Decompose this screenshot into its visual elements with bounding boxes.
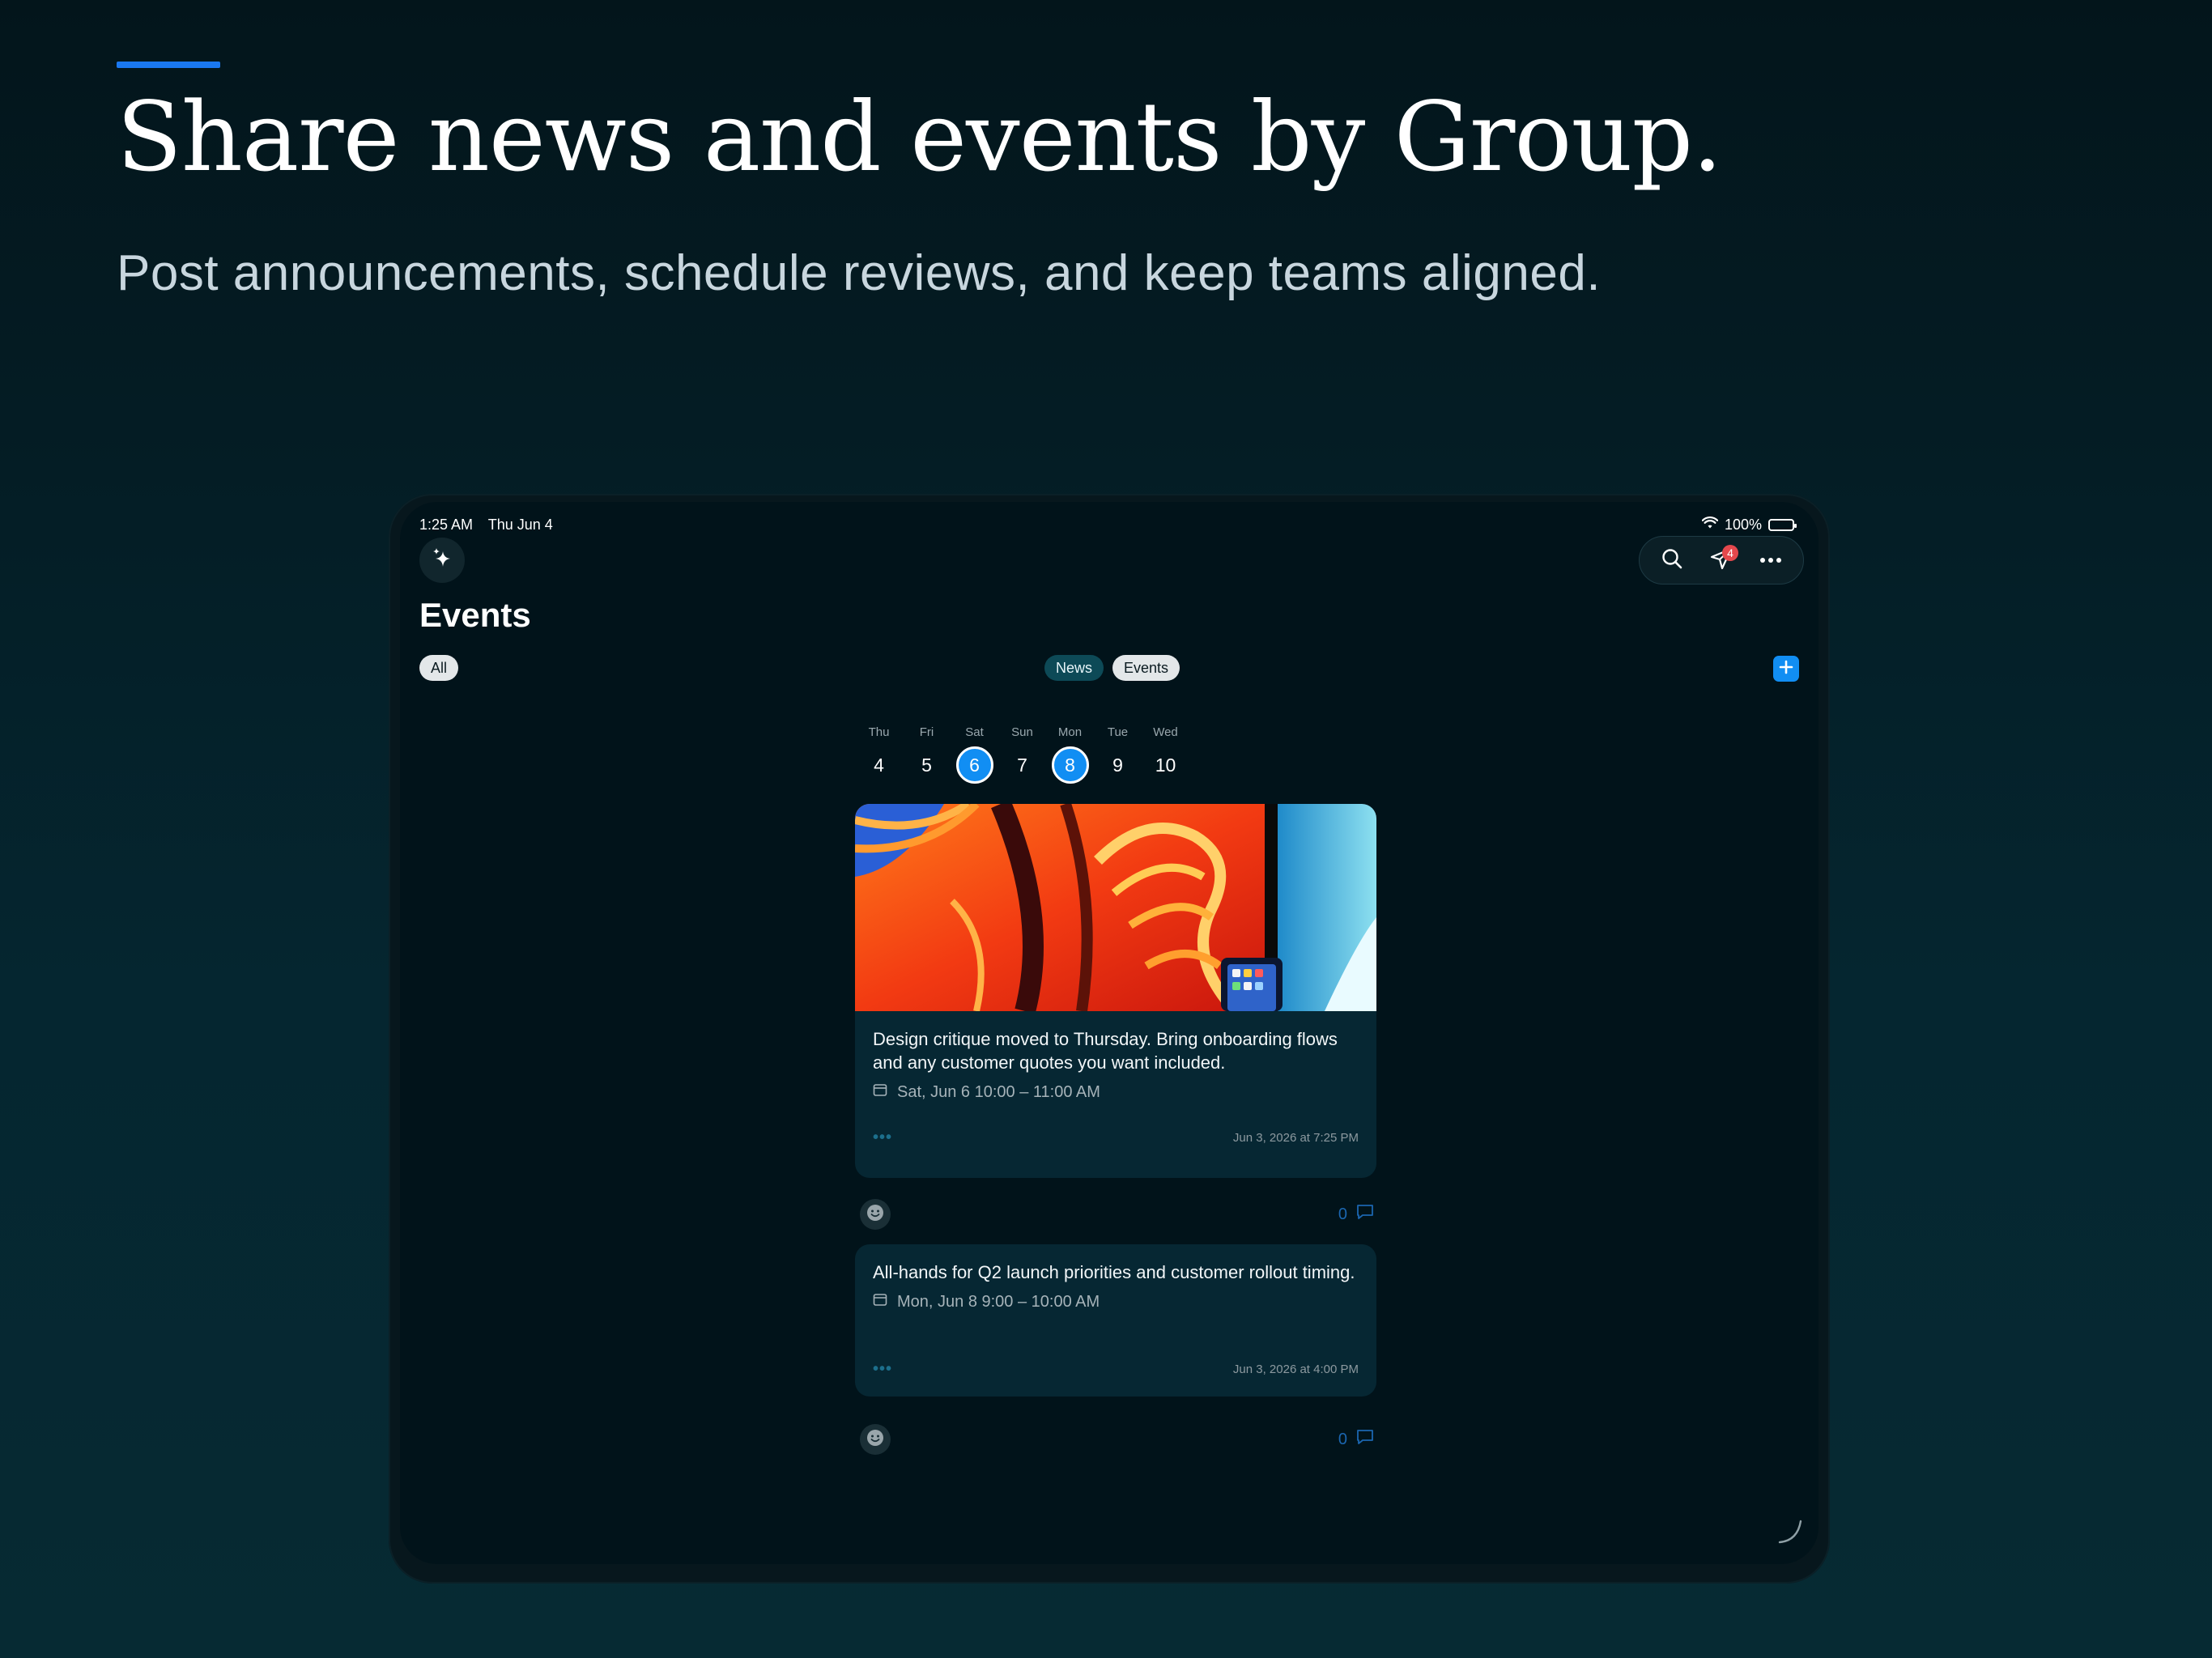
day-number-selected: 8 — [1051, 746, 1089, 784]
search-icon — [1661, 547, 1683, 574]
comment-count: 0 — [1338, 1430, 1347, 1448]
event-card[interactable]: All-hands for Q2 launch priorities and c… — [855, 1244, 1376, 1397]
marketing-subline: Post announcements, schedule reviews, an… — [117, 245, 1602, 301]
event-cover-image — [855, 804, 1376, 1011]
day-fri[interactable]: Fri 5 — [903, 725, 951, 784]
battery-icon — [1768, 519, 1797, 531]
day-number-selected: 6 — [955, 746, 993, 784]
smiley-icon — [866, 1204, 884, 1226]
comments-button[interactable]: 0 — [1338, 1428, 1375, 1451]
tablet-frame: 1:25 AM Thu Jun 4 100% 4 Events All News… — [389, 494, 1830, 1584]
event-datetime: Mon, Jun 8 9:00 – 10:00 AM — [873, 1292, 1359, 1312]
status-bar: 1:25 AM Thu Jun 4 100% — [400, 502, 1819, 534]
page-title: Events — [419, 596, 531, 634]
calendar-icon — [873, 1082, 887, 1102]
toolbar: 4 — [1639, 536, 1804, 585]
event-datetime-text: Mon, Jun 8 9:00 – 10:00 AM — [897, 1292, 1100, 1311]
smiley-icon — [866, 1429, 884, 1451]
sparkle-icon — [430, 546, 454, 575]
week-strip: Thu 4 Fri 5 Sat 6 Sun 7 Mon 8 Tue 9 Wed … — [855, 725, 1189, 784]
day-number: 5 — [921, 754, 932, 776]
event-datetime-text: Sat, Jun 6 10:00 – 11:00 AM — [897, 1082, 1100, 1101]
day-name: Wed — [1153, 725, 1178, 739]
event-actions: 0 — [855, 1198, 1376, 1231]
day-sat[interactable]: Sat 6 — [951, 725, 998, 784]
event-timestamp: Jun 3, 2026 at 7:25 PM — [1232, 1130, 1359, 1145]
search-button[interactable] — [1653, 542, 1691, 579]
event-options-button[interactable]: ••• — [873, 1360, 892, 1379]
day-name: Mon — [1057, 725, 1083, 739]
add-event-button[interactable] — [1773, 656, 1799, 682]
ai-assistant-button[interactable] — [419, 538, 465, 583]
notifications-button[interactable]: 4 — [1703, 542, 1740, 579]
day-mon[interactable]: Mon 8 — [1046, 725, 1094, 784]
tab-events[interactable]: Events — [1112, 655, 1180, 681]
calendar-icon — [873, 1292, 887, 1312]
event-datetime: Sat, Jun 6 10:00 – 11:00 AM — [873, 1082, 1359, 1102]
day-number: 9 — [1112, 754, 1123, 776]
status-time: 1:25 AM — [419, 517, 474, 533]
day-number: 7 — [1017, 754, 1027, 776]
wifi-icon — [1701, 517, 1719, 534]
event-description: All-hands for Q2 launch priorities and c… — [873, 1262, 1355, 1282]
day-name: Sun — [1011, 725, 1033, 739]
day-number: 4 — [874, 754, 884, 776]
plus-icon — [1778, 659, 1794, 679]
event-description: Design critique moved to Thursday. Bring… — [873, 1029, 1338, 1073]
notification-badge: 4 — [1721, 545, 1738, 561]
day-number: 10 — [1155, 754, 1176, 776]
day-name: Sat — [965, 725, 984, 739]
event-options-button[interactable]: ••• — [873, 1129, 892, 1147]
tab-news[interactable]: News — [1044, 655, 1104, 681]
ellipsis-icon — [1759, 553, 1782, 568]
app-screen: 1:25 AM Thu Jun 4 100% 4 Events All News… — [400, 502, 1819, 1564]
event-card[interactable]: Design critique moved to Thursday. Bring… — [855, 804, 1376, 1178]
comment-bubble-icon — [1355, 1203, 1375, 1226]
battery-percentage: 100% — [1724, 517, 1762, 533]
day-name: Tue — [1107, 725, 1129, 739]
day-thu[interactable]: Thu 4 — [855, 725, 903, 784]
comment-count: 0 — [1338, 1205, 1347, 1223]
day-sun[interactable]: Sun 7 — [998, 725, 1046, 784]
comment-bubble-icon — [1355, 1428, 1375, 1451]
filter-all[interactable]: All — [419, 655, 459, 681]
day-name: Thu — [868, 725, 890, 739]
add-reaction-button[interactable] — [860, 1424, 891, 1455]
event-timestamp: Jun 3, 2026 at 4:00 PM — [1232, 1362, 1359, 1376]
more-button[interactable] — [1752, 542, 1789, 579]
day-wed[interactable]: Wed 10 — [1142, 725, 1189, 784]
add-reaction-button[interactable] — [860, 1199, 891, 1230]
day-name: Fri — [919, 725, 934, 739]
comments-button[interactable]: 0 — [1338, 1203, 1375, 1226]
marketing-headline: Share news and events by Group. — [117, 81, 1722, 193]
status-date: Thu Jun 4 — [487, 517, 553, 533]
event-actions: 0 — [855, 1423, 1376, 1456]
accent-line — [117, 62, 220, 68]
day-tue[interactable]: Tue 9 — [1094, 725, 1142, 784]
resize-handle-icon[interactable] — [1776, 1518, 1804, 1550]
